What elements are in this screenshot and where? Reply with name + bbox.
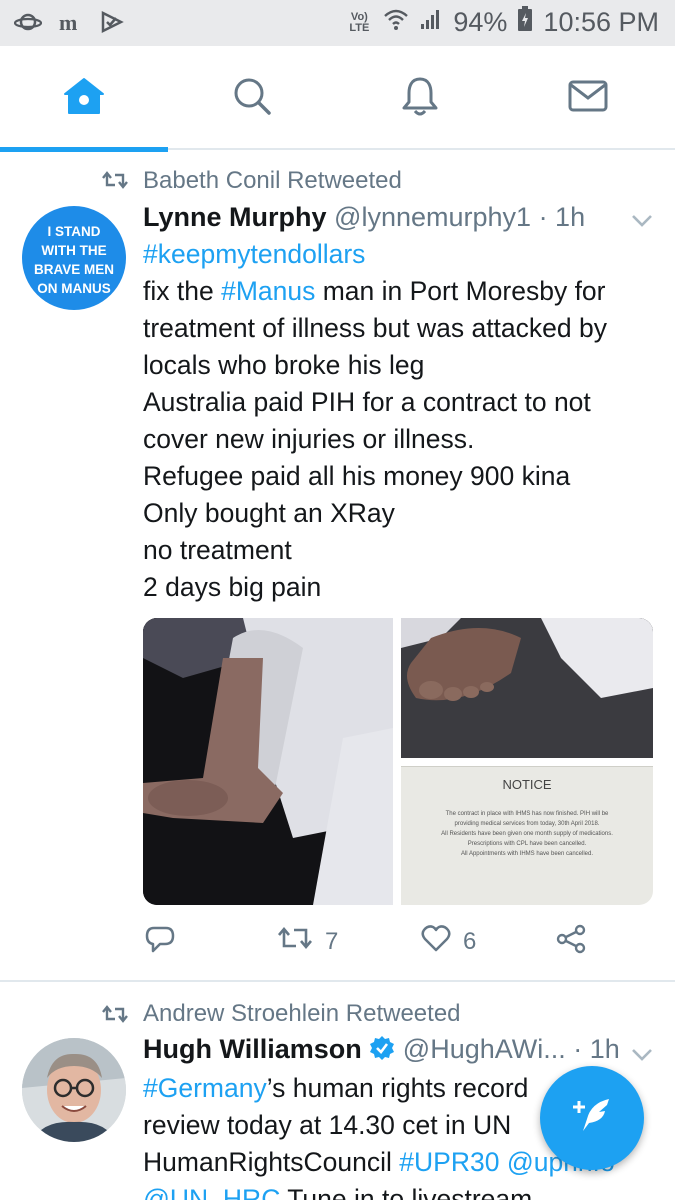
like-button[interactable]: 6 bbox=[421, 924, 476, 959]
retweeted-by[interactable]: Andrew Stroehlein Retweeted bbox=[143, 1000, 461, 1028]
retweet-small-icon bbox=[102, 170, 128, 195]
signal-icon bbox=[419, 7, 443, 38]
battery-icon bbox=[517, 6, 533, 39]
hashtag-link[interactable]: #Germany bbox=[143, 1073, 267, 1103]
tab-bar bbox=[0, 46, 675, 152]
home-icon bbox=[62, 76, 106, 121]
tweet-time: · 1h bbox=[538, 202, 586, 232]
text-span: HumanRightsCouncil bbox=[143, 1147, 400, 1177]
notice-line: Prescriptions with CPL have been cancell… bbox=[467, 841, 587, 847]
mail-icon bbox=[567, 79, 609, 118]
avatar[interactable] bbox=[22, 1038, 126, 1142]
hashtag-link[interactable]: #UPR30 bbox=[399, 1147, 499, 1177]
text-line: Only bought an XRay bbox=[143, 498, 395, 528]
text-line: locals who broke his leg bbox=[143, 350, 425, 380]
notice-line: All Residents have been given one month … bbox=[441, 831, 613, 837]
wifi-icon bbox=[383, 7, 409, 38]
text-line: no treatment bbox=[143, 535, 292, 565]
share-icon bbox=[555, 924, 587, 961]
hashtag-link[interactable]: #keepmytendollars bbox=[143, 239, 365, 269]
chevron-down-icon[interactable] bbox=[631, 214, 653, 233]
photo-foot[interactable] bbox=[401, 618, 653, 758]
text-line: treatment of illness but was attacked by bbox=[143, 313, 607, 343]
tab-messages[interactable] bbox=[504, 46, 672, 150]
hashtag-link[interactable]: #Manus bbox=[221, 276, 315, 306]
battery-percent: 94% bbox=[453, 7, 508, 37]
tab-home[interactable] bbox=[0, 46, 168, 152]
notice-title: NOTICE bbox=[502, 777, 552, 792]
retweet-small-icon bbox=[102, 1004, 128, 1029]
text-line: cover new injuries or illness. bbox=[143, 424, 475, 454]
notice-line: providing medical services from today, 3… bbox=[454, 821, 600, 827]
avatar-text-line: WITH THE bbox=[41, 243, 107, 258]
reply-button[interactable] bbox=[145, 924, 175, 961]
avatar[interactable]: I STAND WITH THE BRAVE MEN ON MANUS bbox=[22, 206, 126, 310]
clock: 10:56 PM bbox=[543, 7, 659, 37]
text-span: Tune in to livestream bbox=[280, 1184, 533, 1200]
like-count: 6 bbox=[463, 927, 477, 955]
mention-link[interactable]: @UN_HRC bbox=[143, 1184, 280, 1200]
reply-icon bbox=[145, 924, 175, 961]
tweet-text: #keepmytendollars fix the #Manus man in … bbox=[143, 236, 653, 606]
notice-body: The contract in place with IHMS has now … bbox=[407, 809, 647, 859]
avatar-text-line: I STAND bbox=[47, 224, 101, 239]
tweet-header: Lynne Murphy @lynnemurphy1 · 1h bbox=[143, 202, 585, 233]
author-handle[interactable]: @lynnemurphy1 bbox=[334, 202, 531, 232]
media-grid[interactable]: NOTICE The contract in place with IHMS h… bbox=[143, 618, 653, 905]
photo-swollen-leg[interactable] bbox=[143, 618, 393, 905]
volte-bottom: LTE bbox=[349, 21, 370, 34]
notice-line: All Appointments with IHMS have been can… bbox=[460, 851, 594, 857]
author-name[interactable]: Lynne Murphy bbox=[143, 202, 327, 232]
text-line: Australia paid PIH for a contract to not bbox=[143, 387, 591, 417]
heart-icon bbox=[421, 924, 451, 959]
m-app-icon: m bbox=[58, 10, 84, 39]
text-line: Refugee paid all his money 900 kina bbox=[143, 461, 571, 491]
text-span: ’s human rights record bbox=[266, 1073, 529, 1103]
author-handle[interactable]: @HughAWi... bbox=[403, 1034, 566, 1064]
text-span: man in Port Moresby for bbox=[315, 276, 606, 306]
feather-plus-icon bbox=[569, 1093, 615, 1144]
bell-icon bbox=[400, 75, 440, 122]
text-span: fix the bbox=[143, 276, 222, 306]
photo-notice[interactable]: NOTICE The contract in place with IHMS h… bbox=[401, 766, 653, 905]
check-flag-icon bbox=[100, 10, 124, 39]
tweet-header: Hugh Williamson @HughAWi... · 1h bbox=[143, 1034, 620, 1068]
tab-notifications[interactable] bbox=[336, 46, 504, 150]
retweeted-by[interactable]: Babeth Conil Retweeted bbox=[143, 167, 402, 195]
retweet-icon bbox=[277, 924, 313, 959]
verified-badge-icon bbox=[369, 1035, 395, 1068]
tweet-time: · 1h bbox=[573, 1034, 620, 1064]
text-line: 2 days big pain bbox=[143, 572, 322, 602]
svg-text:m: m bbox=[59, 10, 77, 34]
retweet-count: 7 bbox=[325, 927, 339, 955]
avatar-text-line: BRAVE MEN bbox=[33, 262, 114, 277]
chevron-down-icon[interactable] bbox=[631, 1048, 653, 1067]
share-button[interactable] bbox=[555, 924, 587, 961]
tweet-actions: 7 6 bbox=[143, 924, 653, 964]
notice-line: The contract in place with IHMS has now … bbox=[445, 811, 609, 817]
status-bar: m Vo) LTE 94% 10:56 PM bbox=[0, 0, 675, 46]
search-icon bbox=[232, 76, 272, 121]
volte-indicator: Vo) LTE bbox=[345, 10, 373, 34]
avatar-text: I STAND WITH THE BRAVE MEN ON MANUS bbox=[22, 222, 126, 298]
avatar-text-line: ON MANUS bbox=[37, 281, 111, 296]
author-name[interactable]: Hugh Williamson bbox=[143, 1034, 362, 1064]
retweet-button[interactable]: 7 bbox=[277, 924, 338, 959]
tab-search[interactable] bbox=[168, 46, 336, 150]
tweet[interactable]: Babeth Conil Retweeted I STAND WITH THE … bbox=[0, 152, 675, 980]
compose-tweet-button[interactable] bbox=[540, 1066, 644, 1170]
volte-top: Vo) bbox=[350, 10, 368, 23]
saturn-icon bbox=[13, 10, 43, 39]
